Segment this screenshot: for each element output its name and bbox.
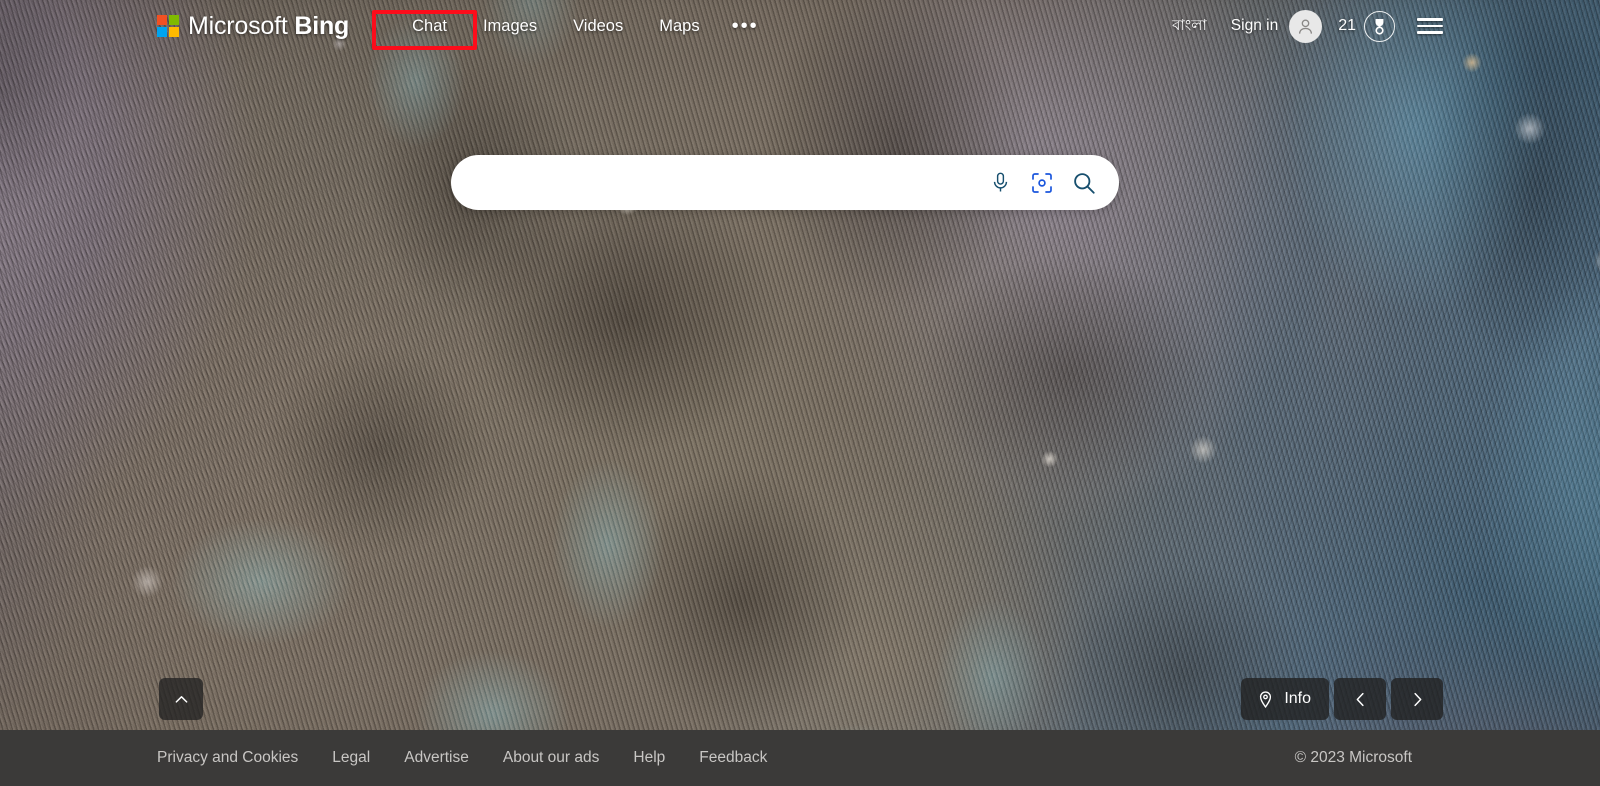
- rewards-medal-icon: [1364, 10, 1395, 42]
- footer-link-legal[interactable]: Legal: [332, 749, 370, 767]
- footer-link-advertise[interactable]: Advertise: [404, 749, 469, 767]
- image-controls: Info: [1241, 678, 1443, 720]
- scroll-up-button[interactable]: [159, 678, 203, 720]
- search-box[interactable]: [451, 155, 1119, 210]
- previous-image-button[interactable]: [1334, 678, 1386, 720]
- footer-link-help[interactable]: Help: [633, 749, 665, 767]
- logo-tile-top-right: [169, 15, 179, 25]
- next-image-button[interactable]: [1391, 678, 1443, 720]
- header-right-cluster: বাংলা Sign in 21: [1172, 9, 1443, 43]
- person-icon: [1299, 18, 1313, 34]
- sign-in-link[interactable]: Sign in: [1231, 17, 1278, 35]
- rewards-button[interactable]: 21: [1338, 10, 1395, 42]
- microphone-icon[interactable]: [979, 162, 1021, 204]
- avatar[interactable]: [1289, 9, 1323, 43]
- hamburger-menu-icon[interactable]: [1417, 16, 1443, 36]
- hamburger-bar-3: [1417, 31, 1443, 34]
- search-magnifier-icon[interactable]: [1063, 162, 1105, 204]
- brand-wordmark: Microsoft Bing: [188, 12, 349, 41]
- nav-item-images[interactable]: Images: [465, 11, 555, 42]
- image-info-label: Info: [1284, 690, 1311, 707]
- chevron-left-icon: [1356, 692, 1364, 706]
- copyright-text: © 2023 Microsoft: [1294, 749, 1412, 766]
- logo-tile-bottom-left: [157, 27, 167, 37]
- rewards-points-count: 21: [1338, 17, 1356, 34]
- microsoft-logo-icon: [157, 15, 179, 37]
- chevron-up-icon: [175, 695, 187, 703]
- bing-logo-link[interactable]: Microsoft Bing: [157, 12, 349, 41]
- bing-homepage: Microsoft Bing Chat Images Videos Maps •…: [0, 0, 1600, 786]
- footer-link-feedback[interactable]: Feedback: [699, 749, 767, 767]
- visual-search-camera-icon[interactable]: [1021, 162, 1063, 204]
- nav-more-overflow-icon[interactable]: •••: [718, 16, 773, 36]
- background-vignette: [0, 0, 1600, 786]
- language-selector[interactable]: বাংলা: [1172, 14, 1207, 39]
- hero-background-image: [0, 0, 1600, 786]
- hamburger-bar-2: [1417, 24, 1443, 28]
- chevron-right-icon: [1413, 692, 1421, 706]
- footer-link-privacy-and-cookies[interactable]: Privacy and Cookies: [157, 749, 298, 767]
- footer-links: Privacy and Cookies Legal Advertise Abou…: [157, 749, 767, 767]
- footer-link-about-our-ads[interactable]: About our ads: [503, 749, 600, 767]
- hamburger-bar-1: [1417, 18, 1443, 21]
- brand-bing: Bing: [294, 11, 350, 40]
- image-info-button[interactable]: Info: [1241, 678, 1329, 720]
- primary-navigation: Chat Images Videos Maps •••: [394, 11, 773, 42]
- location-pin-icon: [1260, 690, 1272, 708]
- nav-item-chat[interactable]: Chat: [394, 11, 465, 42]
- nav-item-maps[interactable]: Maps: [641, 11, 717, 42]
- site-footer: Privacy and Cookies Legal Advertise Abou…: [0, 730, 1600, 786]
- logo-tile-top-left: [157, 15, 167, 25]
- nav-item-videos[interactable]: Videos: [555, 11, 641, 42]
- brand-microsoft: Microsoft: [188, 11, 288, 40]
- site-header: Microsoft Bing Chat Images Videos Maps •…: [0, 0, 1600, 52]
- search-input[interactable]: [451, 155, 979, 210]
- logo-tile-bottom-right: [169, 27, 179, 37]
